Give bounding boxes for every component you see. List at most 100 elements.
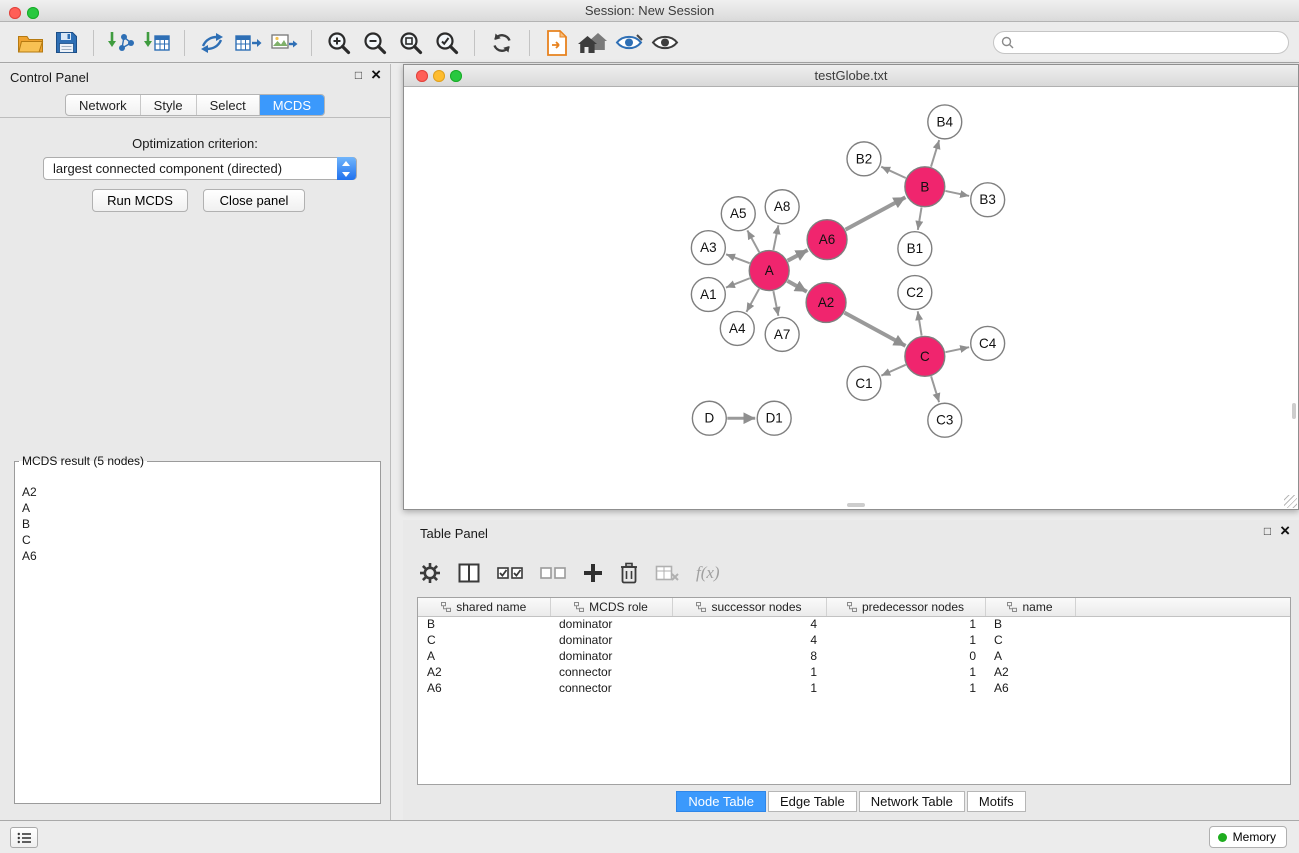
edge-B-B4[interactable] (931, 140, 939, 167)
plus-icon (583, 563, 603, 583)
mcds-result-item[interactable]: B (18, 516, 377, 532)
tab-select[interactable]: Select (196, 95, 259, 115)
column-header-name[interactable]: name (985, 598, 1075, 616)
export-network-button[interactable] (194, 27, 230, 59)
mcds-result-item[interactable]: A (18, 500, 377, 516)
cell-shared-name: A2 (418, 664, 550, 680)
mcds-result-list[interactable]: A2ABCA6 (18, 484, 377, 800)
open-session-button[interactable] (12, 27, 48, 59)
table-row[interactable]: A6connector11A6 (418, 680, 1290, 696)
select-all-rows-button[interactable] (497, 565, 523, 581)
export-table-button[interactable] (230, 27, 266, 59)
edge-A-A6[interactable] (788, 250, 808, 261)
node-label-D1: D1 (766, 411, 783, 426)
export-image-button[interactable] (266, 27, 302, 59)
edge-A-A8[interactable] (773, 225, 778, 250)
close-panel-button[interactable]: Close panel (203, 189, 305, 212)
cell-successor-nodes: 4 (672, 632, 826, 648)
edge-B-B2[interactable] (881, 167, 906, 178)
edge-A-A4[interactable] (746, 289, 759, 312)
refresh-icon (490, 31, 514, 55)
cell-filler (1075, 680, 1290, 696)
delete-column-button[interactable] (620, 562, 638, 584)
zoom-fit-button[interactable] (393, 27, 429, 59)
edge-A-A5[interactable] (747, 230, 759, 252)
create-column-button[interactable] (583, 563, 603, 583)
tab-network-table[interactable]: Network Table (859, 791, 965, 812)
deselect-all-rows-button[interactable] (540, 565, 566, 581)
graphics-details-button[interactable] (611, 27, 647, 59)
show-hide-button[interactable] (647, 27, 683, 59)
report-button[interactable] (539, 27, 575, 59)
float-panel-icon[interactable]: □ (1264, 524, 1271, 538)
column-header-label: successor nodes (711, 600, 801, 614)
table-settings-button[interactable] (419, 562, 441, 584)
cell-MCDS-role: connector (550, 680, 672, 696)
close-panel-icon[interactable]: × (1280, 524, 1290, 538)
zoom-in-button[interactable] (321, 27, 357, 59)
edge-A-A2[interactable] (787, 281, 806, 292)
edge-C-C3[interactable] (931, 376, 939, 402)
vertical-scrollbar[interactable] (1292, 403, 1296, 419)
open-folder-icon (17, 32, 44, 54)
edge-B-B3[interactable] (945, 191, 969, 196)
close-panel-icon[interactable]: × (371, 68, 381, 82)
table-row[interactable]: A2connector11A2 (418, 664, 1290, 680)
mcds-result-item[interactable]: A2 (18, 484, 377, 500)
cell-name: A2 (985, 664, 1075, 680)
network-minimize-button[interactable] (433, 70, 445, 82)
table-row[interactable]: Bdominator41B (418, 616, 1290, 632)
table-toolbar: f(x) (419, 553, 720, 593)
run-mcds-button[interactable]: Run MCDS (92, 189, 188, 212)
optimization-criterion-select[interactable]: largest connected component (directed) (43, 157, 357, 180)
mcds-result-item[interactable]: C (18, 532, 377, 548)
table-row[interactable]: Adominator80A (418, 648, 1290, 664)
zoom-selected-button[interactable] (429, 27, 465, 59)
tab-motifs[interactable]: Motifs (967, 791, 1026, 812)
import-table-button[interactable] (139, 27, 175, 59)
function-builder-button: f(x) (696, 563, 720, 583)
tab-mcds[interactable]: MCDS (259, 95, 324, 115)
column-header-MCDS-role[interactable]: MCDS role (550, 598, 672, 616)
tab-edge-table[interactable]: Edge Table (768, 791, 857, 812)
edge-A-A7[interactable] (773, 291, 778, 316)
mcds-result-item[interactable]: A6 (18, 548, 377, 564)
table-row[interactable]: Cdominator41C (418, 632, 1290, 648)
zoom-out-button[interactable] (357, 27, 393, 59)
network-zoom-button[interactable] (450, 70, 462, 82)
cell-shared-name: B (418, 616, 550, 632)
column-header-successor-nodes[interactable]: successor nodes (672, 598, 826, 616)
cell-successor-nodes: 4 (672, 616, 826, 632)
edge-A-A1[interactable] (726, 278, 750, 287)
memory-button[interactable]: Memory (1209, 826, 1287, 848)
column-header-shared-name[interactable]: shared name (418, 598, 550, 616)
float-panel-icon[interactable]: □ (355, 68, 362, 82)
show-columns-button[interactable] (458, 563, 480, 583)
home-button[interactable] (575, 27, 611, 59)
tab-network[interactable]: Network (66, 95, 140, 115)
task-history-button[interactable] (10, 827, 38, 848)
edge-C-C1[interactable] (881, 365, 905, 376)
node-label-B: B (920, 179, 929, 194)
edge-C-C2[interactable] (918, 311, 922, 335)
cell-name: A6 (985, 680, 1075, 696)
edge-C-C4[interactable] (945, 347, 969, 352)
refresh-button[interactable] (484, 27, 520, 59)
tab-node-table[interactable]: Node Table (676, 791, 766, 812)
column-edit-icon (574, 602, 584, 612)
edge-B-B1[interactable] (918, 207, 922, 229)
window-resize-grip[interactable] (1284, 495, 1297, 508)
horizontal-scrollbar[interactable] (847, 503, 865, 507)
save-session-button[interactable] (48, 27, 84, 59)
column-header-predecessor-nodes[interactable]: predecessor nodes (826, 598, 985, 616)
network-close-button[interactable] (416, 70, 428, 82)
search-input[interactable] (993, 31, 1289, 54)
edge-A6-B[interactable] (846, 197, 906, 229)
edge-A2-C[interactable] (844, 313, 905, 346)
tab-style[interactable]: Style (140, 95, 196, 115)
import-network-button[interactable] (103, 27, 139, 59)
edge-A-A3[interactable] (726, 254, 750, 263)
columns-icon (458, 563, 480, 583)
network-canvas[interactable]: B4B2BB3A8A5A6B1A3AC2A1A2A4A7C4CC1C3DD1 (404, 88, 1298, 509)
network-graph[interactable]: B4B2BB3A8A5A6B1A3AC2A1A2A4A7C4CC1C3DD1 (404, 88, 1298, 509)
